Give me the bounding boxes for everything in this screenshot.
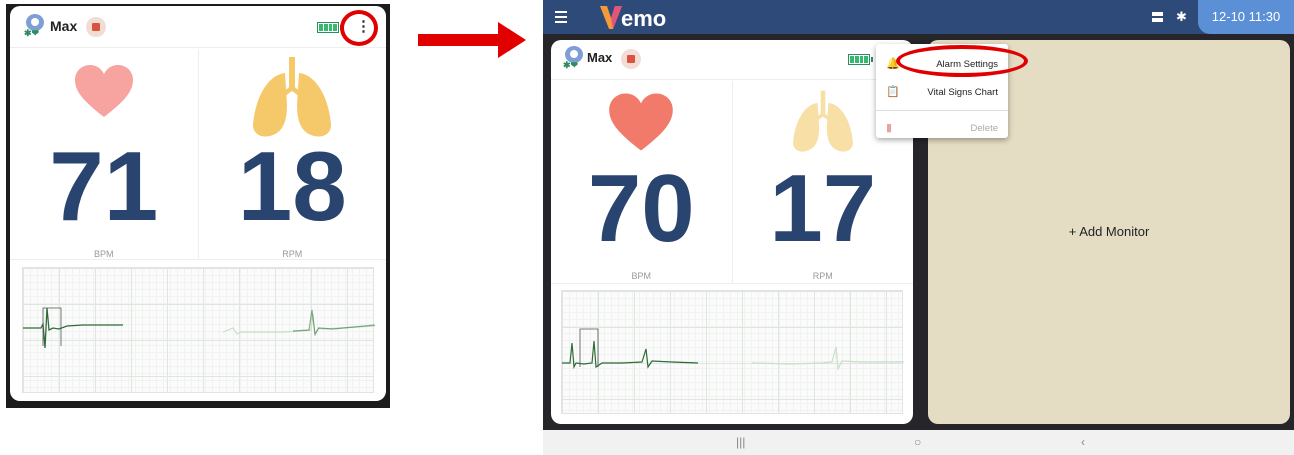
card-header: ✱❤ Max ⋮ bbox=[10, 6, 386, 48]
dog-avatar-icon: ✱❤ bbox=[24, 14, 46, 38]
highlight-circle bbox=[340, 10, 378, 46]
arrow-right-icon bbox=[418, 22, 526, 58]
battery-icon bbox=[317, 22, 342, 33]
card-header: ✱❤ Max bbox=[551, 40, 913, 80]
android-navigation-bar: ||| ○ ‹ bbox=[543, 430, 1294, 455]
home-icon[interactable]: ○ bbox=[914, 435, 921, 449]
vitals-panel: 70 BPM 17 RPM bbox=[551, 81, 913, 284]
respiratory-rate-value: 18 bbox=[237, 131, 347, 241]
menu-divider bbox=[876, 110, 1008, 111]
ecg-waveform bbox=[22, 267, 376, 393]
heart-icon bbox=[73, 63, 135, 124]
menu-item-vital-signs-chart[interactable]: 📋 Vital Signs Chart bbox=[876, 78, 1008, 106]
heart-rate-panel: 70 BPM bbox=[551, 81, 732, 283]
highlight-circle bbox=[896, 45, 1028, 77]
lungs-icon bbox=[790, 89, 856, 160]
layout-icon[interactable] bbox=[1152, 12, 1163, 22]
stop-button[interactable] bbox=[86, 17, 106, 37]
app-toolbar: emo ✱ 12-10 11:30 bbox=[543, 0, 1294, 34]
dog-avatar-icon: ✱❤ bbox=[563, 46, 585, 70]
heart-rate-unit: BPM bbox=[631, 271, 651, 281]
ecg-waveform bbox=[561, 290, 904, 414]
trash-icon: ▮ bbox=[886, 122, 893, 134]
heart-icon bbox=[607, 91, 675, 158]
heart-rate-unit: BPM bbox=[93, 249, 114, 259]
app-title: emo bbox=[621, 6, 667, 31]
menu-item-label: Delete bbox=[970, 123, 998, 134]
respiratory-rate-unit: RPM bbox=[812, 271, 833, 281]
menu-item-delete[interactable]: ▮ Delete bbox=[876, 114, 1008, 142]
add-monitor-label: + Add Monitor bbox=[1068, 224, 1150, 239]
tablet-screenshot: emo ✱ 12-10 11:30 ✱❤ Max 70 BPM 17 RPM +… bbox=[543, 0, 1294, 455]
comparison-figure: ✱❤ Max ⋮ 71 BPM 18 RPM emo ✱ 12-10 11:30… bbox=[0, 0, 1294, 455]
datetime-display: 12-10 11:30 bbox=[1198, 0, 1294, 34]
vitals-panel: 71 BPM 18 RPM bbox=[10, 49, 386, 260]
pet-name: Max bbox=[50, 18, 78, 34]
stop-button[interactable] bbox=[621, 49, 641, 69]
respiratory-rate-value: 17 bbox=[769, 155, 877, 262]
recent-apps-icon[interactable]: ||| bbox=[736, 435, 745, 449]
left-screenshot: ✱❤ Max ⋮ 71 BPM 18 RPM bbox=[6, 4, 390, 408]
monitor-card: ✱❤ Max 70 BPM 17 RPM bbox=[551, 40, 913, 424]
gear-icon[interactable]: ✱ bbox=[1176, 10, 1187, 24]
monitor-card: ✱❤ Max ⋮ 71 BPM 18 RPM bbox=[10, 6, 386, 401]
clipboard-heart-icon: 📋 bbox=[886, 86, 900, 98]
heart-rate-panel: 71 BPM bbox=[10, 49, 198, 259]
pet-name: Max bbox=[587, 50, 613, 65]
back-icon[interactable]: ‹ bbox=[1081, 435, 1085, 449]
heart-rate-value: 71 bbox=[49, 131, 159, 241]
menu-item-label: Vital Signs Chart bbox=[927, 87, 998, 98]
logo-v-icon bbox=[600, 6, 622, 29]
heart-rate-value: 70 bbox=[587, 155, 695, 262]
battery-icon bbox=[848, 54, 873, 65]
respiratory-rate-unit: RPM bbox=[282, 249, 303, 259]
respiratory-rate-panel: 18 RPM bbox=[197, 49, 387, 259]
menu-icon[interactable] bbox=[555, 11, 567, 23]
